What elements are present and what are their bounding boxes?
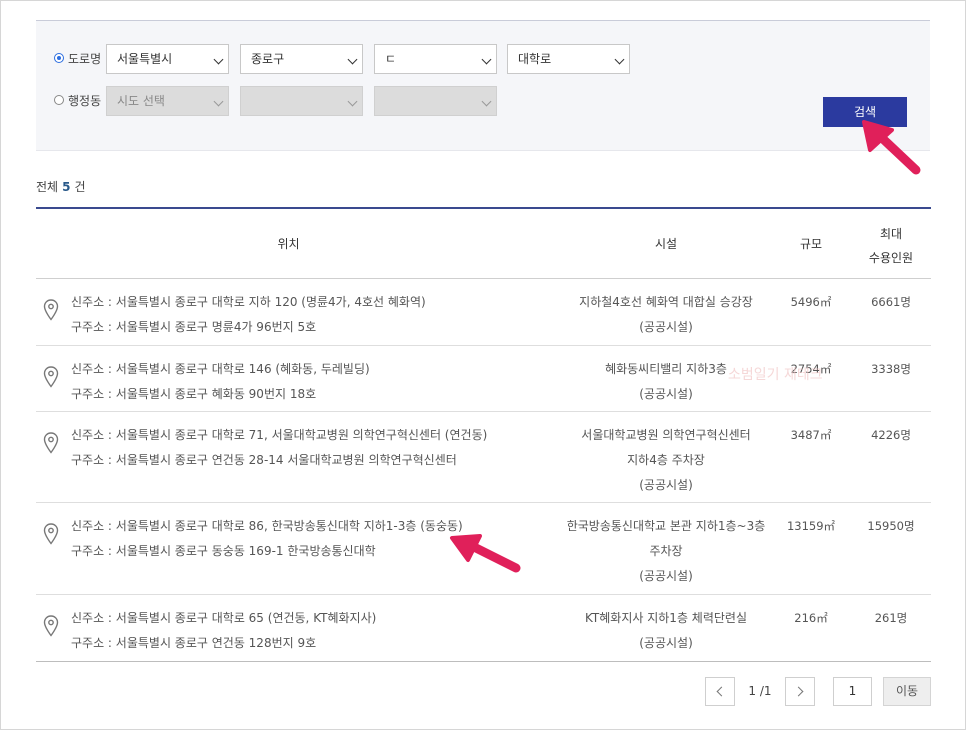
table-row[interactable]: 신주소 : 서울특별시 종로구 대학로 지하 120 (명륜4가, 4호선 혜화… bbox=[36, 279, 931, 346]
new-address: 신주소 : 서울특별시 종로구 대학로 지하 120 (명륜4가, 4호선 혜화… bbox=[71, 295, 426, 309]
table-row[interactable]: 신주소 : 서울특별시 종로구 대학로 65 (연건동, KT혜화지사) 구주소… bbox=[36, 595, 931, 662]
sido-select-value: 서울특별시 bbox=[117, 52, 173, 66]
location-pin-icon bbox=[43, 299, 59, 321]
sido-select[interactable]: 서울특별시 bbox=[106, 44, 229, 74]
result-count: 전체 5 건 bbox=[36, 178, 86, 195]
arrow-annotation-icon bbox=[862, 120, 921, 175]
chevron-down-icon bbox=[481, 96, 492, 107]
scale-cell: 13159㎡ bbox=[786, 519, 836, 533]
header-capacity-line2: 수용인원 bbox=[868, 251, 914, 265]
capacity-cell: 15950명 bbox=[867, 519, 915, 533]
facility-line: 지하4층 주차장 bbox=[627, 453, 705, 467]
admin-sido-select[interactable]: 시도 선택 bbox=[106, 86, 229, 116]
new-address: 신주소 : 서울특별시 종로구 대학로 86, 한국방송통신대학 지하1-3층 … bbox=[71, 519, 463, 533]
admin-dong-select[interactable] bbox=[374, 86, 497, 116]
old-address: 구주소 : 서울특별시 종로구 명륜4가 96번지 5호 bbox=[71, 320, 317, 334]
address-cell: 신주소 : 서울특별시 종로구 대학로 146 (혜화동, 두레빌딩) 구주소 … bbox=[71, 357, 370, 407]
facility-cell: 지하철4호선 혜화역 대합실 승강장 (공공시설) bbox=[541, 290, 791, 340]
new-address: 신주소 : 서울특별시 종로구 대학로 65 (연건동, KT혜화지사) bbox=[71, 611, 377, 625]
chevron-left-icon bbox=[716, 686, 727, 697]
scale-cell: 216㎡ bbox=[794, 611, 828, 625]
admin-sigungu-select[interactable] bbox=[240, 86, 363, 116]
header-capacity: 최대 수용인원 bbox=[851, 222, 931, 270]
address-cell: 신주소 : 서울특별시 종로구 대학로 71, 서울대학교병원 의학연구혁신센터… bbox=[71, 423, 487, 473]
search-panel: 도로명 서울특별시 종로구 ㄷ 대학로 행정동 시도 선택 검색 bbox=[36, 20, 930, 151]
road-name-label: 도로명 bbox=[68, 52, 102, 66]
sigungu-select-value: 종로구 bbox=[251, 52, 285, 66]
location-pin-icon bbox=[43, 432, 59, 454]
chevron-down-icon bbox=[347, 96, 358, 107]
capacity-cell: 4226명 bbox=[871, 428, 911, 442]
header-facility: 시설 bbox=[654, 237, 678, 251]
old-address: 구주소 : 서울특별시 종로구 동숭동 169-1 한국방송통신대학 bbox=[71, 544, 376, 558]
scale-cell: 3487㎡ bbox=[790, 428, 832, 442]
location-pin-icon bbox=[43, 366, 59, 388]
chevron-down-icon bbox=[481, 54, 492, 65]
shelter-table: 위치 시설 규모 최대 수용인원 신주소 : 서울특별시 종로구 대학로 지하 … bbox=[36, 207, 931, 662]
page-info: 1 /1 bbox=[748, 684, 772, 698]
road-select[interactable]: 대학로 bbox=[507, 44, 630, 74]
new-address: 신주소 : 서울특별시 종로구 대학로 71, 서울대학교병원 의학연구혁신센터… bbox=[71, 428, 488, 442]
admin-dong-label: 행정동 bbox=[68, 94, 102, 108]
chevron-down-icon bbox=[347, 54, 358, 65]
scale-cell: 5496㎡ bbox=[790, 295, 832, 309]
old-address: 구주소 : 서울특별시 종로구 연건동 128번지 9호 bbox=[71, 636, 317, 650]
go-button[interactable]: 이동 bbox=[883, 677, 931, 706]
chevron-down-icon bbox=[213, 54, 224, 65]
facility-cell: KT혜화지사 지하1층 체력단련실 (공공시설) bbox=[541, 606, 791, 656]
initial-consonant-value: ㄷ bbox=[385, 52, 397, 66]
facility-line: 주차장 bbox=[649, 544, 683, 558]
prev-page-button[interactable] bbox=[705, 677, 735, 706]
table-row[interactable]: 신주소 : 서울특별시 종로구 대학로 71, 서울대학교병원 의학연구혁신센터… bbox=[36, 412, 931, 503]
address-cell: 신주소 : 서울특별시 종로구 대학로 지하 120 (명륜4가, 4호선 혜화… bbox=[71, 290, 426, 340]
result-count-number: 5 bbox=[62, 180, 71, 194]
road-name-radio[interactable] bbox=[54, 53, 64, 63]
facility-cell: 서울대학교병원 의학연구혁신센터 지하4층 주차장 (공공시설) bbox=[541, 423, 791, 498]
old-address: 구주소 : 서울특별시 종로구 혜화동 90번지 18호 bbox=[71, 387, 317, 401]
initial-consonant-select[interactable]: ㄷ bbox=[374, 44, 497, 74]
facility-line: KT혜화지사 지하1층 체력단련실 bbox=[584, 611, 747, 625]
admin-sido-value: 시도 선택 bbox=[117, 94, 165, 108]
page-number-input[interactable]: 1 bbox=[833, 677, 872, 706]
new-address: 신주소 : 서울특별시 종로구 대학로 146 (혜화동, 두레빌딩) bbox=[71, 362, 370, 376]
facility-line: 서울대학교병원 의학연구혁신센터 bbox=[581, 428, 751, 442]
capacity-cell: 6661명 bbox=[871, 295, 911, 309]
capacity-cell: 261명 bbox=[874, 611, 908, 625]
address-cell: 신주소 : 서울특별시 종로구 대학로 65 (연건동, KT혜화지사) 구주소… bbox=[71, 606, 376, 656]
chevron-down-icon bbox=[213, 96, 224, 107]
facility-line: 지하철4호선 혜화역 대합실 승강장 bbox=[579, 295, 753, 309]
road-select-value: 대학로 bbox=[518, 52, 552, 66]
chevron-down-icon bbox=[614, 54, 625, 65]
old-address: 구주소 : 서울특별시 종로구 연건동 28-14 서울대학교병원 의학연구혁신… bbox=[71, 453, 457, 467]
table-header: 위치 시설 규모 최대 수용인원 bbox=[36, 209, 931, 279]
facility-cell: 한국방송통신대학교 본관 지하1층~3층 주차장 (공공시설) bbox=[541, 514, 791, 589]
facility-type: (공공시설) bbox=[639, 478, 693, 492]
facility-line: 한국방송통신대학교 본관 지하1층~3층 bbox=[566, 519, 766, 533]
address-cell: 신주소 : 서울특별시 종로구 대학로 86, 한국방송통신대학 지하1-3층 … bbox=[71, 514, 463, 564]
admin-dong-radio[interactable] bbox=[54, 95, 64, 105]
result-count-prefix: 전체 bbox=[36, 180, 59, 194]
facility-type: (공공시설) bbox=[639, 569, 693, 583]
arrow-annotation-icon bbox=[450, 534, 521, 573]
location-pin-icon bbox=[43, 523, 59, 545]
chevron-right-icon bbox=[793, 686, 804, 697]
header-location: 위치 bbox=[277, 237, 300, 251]
next-page-button[interactable] bbox=[785, 677, 815, 706]
sigungu-select[interactable]: 종로구 bbox=[240, 44, 363, 74]
result-count-suffix: 건 bbox=[74, 180, 86, 194]
facility-type: (공공시설) bbox=[639, 387, 693, 401]
header-capacity-line1: 최대 bbox=[879, 227, 903, 241]
header-scale: 규모 bbox=[799, 237, 823, 251]
facility-type: (공공시설) bbox=[639, 320, 693, 334]
facility-type: (공공시설) bbox=[639, 636, 693, 650]
capacity-cell: 3338명 bbox=[871, 362, 911, 376]
location-pin-icon bbox=[43, 615, 59, 637]
watermark: 소범일기 재테크 bbox=[728, 367, 823, 383]
